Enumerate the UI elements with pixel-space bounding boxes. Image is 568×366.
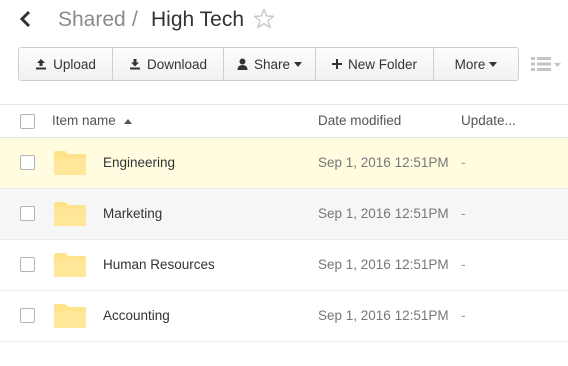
new-folder-button[interactable]: New Folder bbox=[315, 47, 434, 81]
column-header-name-label: Item name bbox=[52, 113, 116, 128]
row-checkbox[interactable] bbox=[20, 257, 35, 272]
column-header-updated[interactable]: Update... bbox=[461, 105, 516, 137]
more-label: More bbox=[454, 56, 486, 72]
item-updated: - bbox=[461, 206, 466, 221]
upload-icon bbox=[36, 59, 47, 70]
table-row[interactable]: Accounting Sep 1, 2016 12:51PM - bbox=[0, 291, 568, 342]
user-icon bbox=[237, 58, 248, 70]
upload-button[interactable]: Upload bbox=[18, 47, 113, 81]
toolbar: Upload Download Share New Folder More bbox=[18, 47, 519, 81]
list-view-icon[interactable] bbox=[531, 55, 565, 73]
more-button[interactable]: More bbox=[433, 47, 519, 81]
folder-icon bbox=[54, 202, 86, 226]
row-checkbox[interactable] bbox=[20, 155, 35, 170]
row-checkbox[interactable] bbox=[20, 206, 35, 221]
row-checkbox[interactable] bbox=[20, 308, 35, 323]
folder-icon bbox=[54, 253, 86, 277]
share-button[interactable]: Share bbox=[223, 47, 316, 81]
star-icon[interactable] bbox=[252, 7, 276, 31]
item-name[interactable]: Engineering bbox=[103, 138, 175, 188]
select-all-checkbox[interactable] bbox=[20, 114, 35, 129]
plus-icon bbox=[331, 59, 342, 69]
column-header-date[interactable]: Date modified bbox=[318, 105, 401, 137]
folder-icon bbox=[54, 304, 86, 328]
download-label: Download bbox=[146, 56, 208, 72]
item-updated: - bbox=[461, 257, 466, 272]
breadcrumb-parent[interactable]: Shared bbox=[58, 6, 126, 34]
breadcrumb-separator: / bbox=[132, 8, 138, 31]
item-date: Sep 1, 2016 12:51PM bbox=[318, 206, 449, 221]
table-header: Item name Date modified Update... bbox=[0, 104, 568, 138]
table-row[interactable]: Marketing Sep 1, 2016 12:51PM - bbox=[0, 189, 568, 240]
new-folder-label: New Folder bbox=[347, 56, 418, 72]
file-table: Item name Date modified Update... Engine… bbox=[0, 104, 568, 342]
page-title: High Tech bbox=[151, 8, 245, 31]
item-date: Sep 1, 2016 12:51PM bbox=[318, 257, 449, 272]
sort-up-icon bbox=[123, 118, 132, 124]
item-name[interactable]: Human Resources bbox=[103, 240, 215, 290]
column-header-name[interactable]: Item name bbox=[52, 105, 132, 137]
item-date: Sep 1, 2016 12:51PM bbox=[318, 155, 449, 170]
item-updated: - bbox=[461, 308, 466, 323]
back-chevron-icon[interactable] bbox=[18, 9, 34, 29]
caret-down-icon bbox=[489, 61, 498, 67]
table-row[interactable]: Engineering Sep 1, 2016 12:51PM - bbox=[0, 138, 568, 189]
item-date: Sep 1, 2016 12:51PM bbox=[318, 308, 449, 323]
upload-label: Upload bbox=[53, 56, 96, 72]
table-row[interactable]: Human Resources Sep 1, 2016 12:51PM - bbox=[0, 240, 568, 291]
folder-icon bbox=[54, 151, 86, 175]
download-button[interactable]: Download bbox=[112, 47, 224, 81]
item-updated: - bbox=[461, 155, 466, 170]
share-label: Share bbox=[253, 56, 291, 72]
caret-down-icon bbox=[294, 61, 303, 67]
item-name[interactable]: Marketing bbox=[103, 189, 162, 239]
header: Shared / High Tech bbox=[0, 0, 568, 40]
download-icon bbox=[129, 59, 140, 70]
item-name[interactable]: Accounting bbox=[103, 291, 170, 341]
